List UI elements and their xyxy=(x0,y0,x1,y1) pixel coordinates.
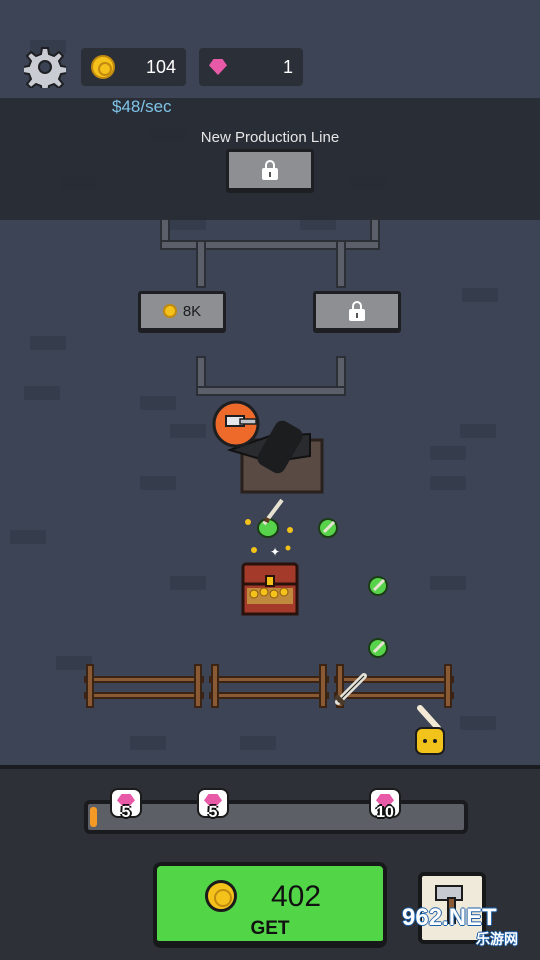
pipe xyxy=(336,240,346,288)
slime-monster[interactable] xyxy=(316,516,340,540)
coin-counter: 104 xyxy=(81,48,186,86)
coin-icon xyxy=(91,55,115,79)
gem-icon xyxy=(209,59,227,75)
new-production-line-label: New Production Line xyxy=(200,129,340,146)
locked-upgrade-button[interactable] xyxy=(313,291,401,333)
lock-icon xyxy=(262,160,278,180)
milestone-value: 10 xyxy=(376,804,394,821)
milestone-reward[interactable]: 5 xyxy=(197,788,229,824)
treasure-chest[interactable] xyxy=(240,560,300,618)
milestone-reward[interactable]: 10 xyxy=(369,788,401,824)
pipe xyxy=(196,240,206,288)
coin-count: 104 xyxy=(145,56,176,77)
wooden-fence xyxy=(84,664,204,708)
watermark-subtext: 乐游网 xyxy=(476,931,518,947)
upgrade-cost-button[interactable]: 8K xyxy=(138,291,226,333)
get-amount: 402 xyxy=(271,880,322,913)
slime-monster[interactable]: ✦ xyxy=(240,496,300,558)
gem-counter: 1 xyxy=(199,48,303,86)
slime-monster[interactable] xyxy=(366,636,390,660)
milestone-value: 5 xyxy=(208,804,218,821)
upgrade-cost: 8K xyxy=(182,302,202,320)
pipe xyxy=(196,386,346,396)
milestone-value: 5 xyxy=(121,804,131,821)
hero-character[interactable] xyxy=(410,704,450,758)
coin-icon xyxy=(162,304,177,318)
watermark-logo: 962.NET 乐游网 xyxy=(402,904,538,960)
get-label: GET xyxy=(250,918,290,939)
milestone-reward[interactable]: 5 xyxy=(110,788,142,824)
svg-text:✦: ✦ xyxy=(270,545,280,558)
get-button[interactable]: 402 GET xyxy=(153,862,387,948)
sword-icon xyxy=(334,673,367,706)
income-rate: $48/sec xyxy=(112,97,172,116)
progress-fill xyxy=(90,807,98,827)
wooden-fence xyxy=(209,664,329,708)
gear-icon[interactable] xyxy=(24,46,66,88)
coin-icon xyxy=(205,880,237,912)
watermark-text: 962.NET xyxy=(402,904,497,931)
anvil-station[interactable] xyxy=(210,400,325,495)
slime-monster[interactable] xyxy=(366,574,390,598)
pipe xyxy=(160,240,380,250)
lock-icon xyxy=(349,301,365,321)
gem-count: 1 xyxy=(282,56,293,77)
new-production-line-button[interactable] xyxy=(226,149,314,193)
